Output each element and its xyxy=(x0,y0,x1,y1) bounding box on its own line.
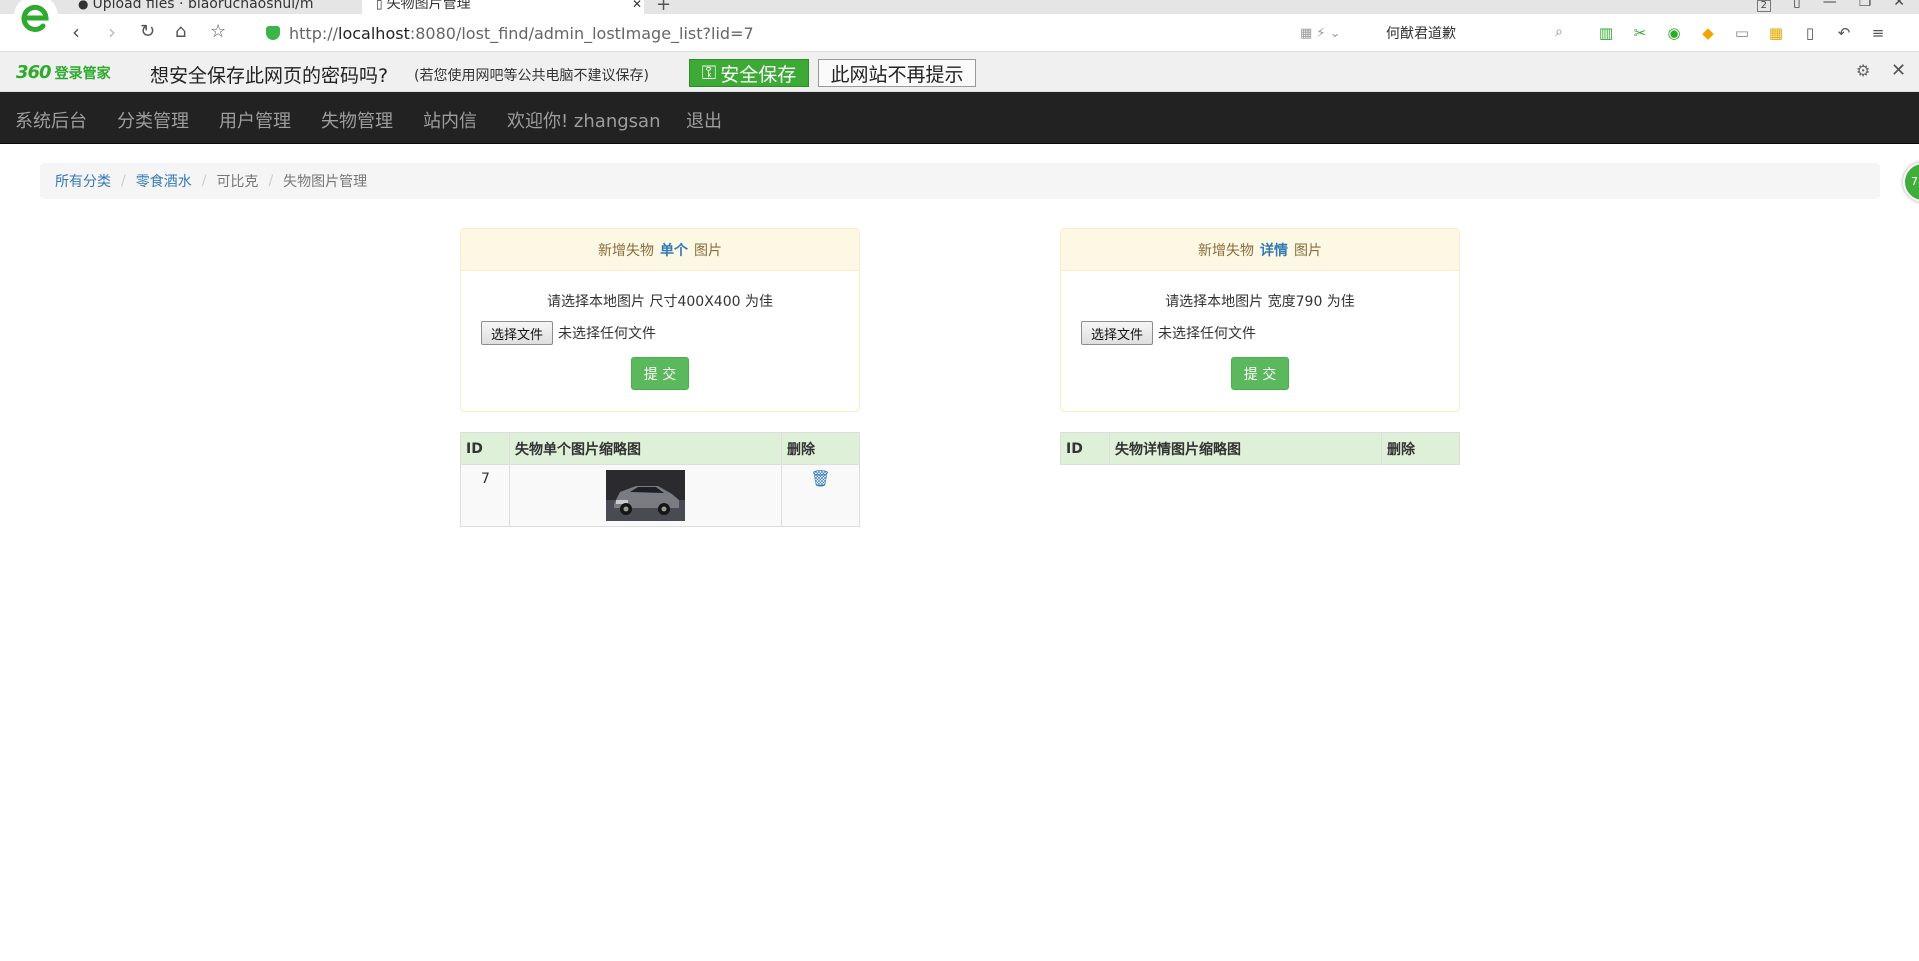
shopping-icon[interactable]: ◆ xyxy=(1698,24,1718,42)
table-header-row: ID 失物单个图片缩略图 删除 xyxy=(460,432,860,465)
extension-icons: ▥ ✂ ◉ ◆ ▭ ▦ ▯ ↶ ≡ xyxy=(1596,24,1888,42)
scissors-icon[interactable]: ✂ xyxy=(1630,24,1650,42)
nav-lost-item-management[interactable]: 失物管理 xyxy=(321,107,393,133)
nav-site-messages[interactable]: 站内信 xyxy=(423,107,477,133)
url-text: http://localhost:8080/lost_find/admin_lo… xyxy=(289,23,754,43)
login-manager-logo: 360 登录管家 xyxy=(16,62,111,83)
public-pc-hint: (若您使用网吧等公共电脑不建议保存) xyxy=(414,68,649,84)
panel-heading: 新增失物 详情 图片 xyxy=(1061,229,1459,271)
submit-button[interactable]: 提 交 xyxy=(1231,357,1289,390)
game-icon[interactable]: ▭ xyxy=(1732,24,1752,42)
page-icon: ▯ xyxy=(376,0,383,11)
key-icon: ⚿ xyxy=(701,62,717,84)
back-icon[interactable]: ‹ xyxy=(72,22,80,42)
restore-icon[interactable]: ❐ xyxy=(1859,0,1872,12)
breadcrumb-brand: 可比克 xyxy=(216,174,259,190)
nav-system-admin[interactable]: 系统后台 xyxy=(15,107,87,133)
row-thumbnail-cell xyxy=(509,464,782,527)
home-icon[interactable]: ⌂ xyxy=(175,22,186,42)
file-input[interactable]: 选择文件 未选择任何文件 xyxy=(481,321,859,345)
upload-single-image-panel: 新增失物 单个 图片 请选择本地图片 尺寸400X400 为佳 选择文件 未选择任何… xyxy=(460,228,860,412)
github-icon: ● xyxy=(78,0,89,11)
car-thumbnail-image xyxy=(606,470,685,521)
table-row: 7 🗑 xyxy=(460,464,860,527)
column-header-thumbnail: 失物单个图片缩略图 xyxy=(509,432,782,465)
trash-icon[interactable]: 🗑 xyxy=(810,469,830,488)
apps-grid-icon[interactable]: ▦ xyxy=(1766,24,1786,42)
browser-toolbar: ‹ › ↻ ⌂ ☆ http://localhost:8080/lost_fin… xyxy=(0,14,1919,52)
site-navbar: 系统后台 分类管理 用户管理 失物管理 站内信 欢迎你! zhangsan 退出 xyxy=(0,92,1919,144)
row-id: 7 xyxy=(460,464,510,527)
close-icon[interactable]: ✕ xyxy=(1891,60,1906,81)
breadcrumb-all-categories[interactable]: 所有分类 xyxy=(55,171,111,191)
new-tab-button[interactable]: + xyxy=(656,0,671,14)
browser-tab-strip: ● Upload files · biaoruchaoshui/m ▯ 失物图片管理… xyxy=(0,0,1919,14)
browser-tab-active[interactable]: ▯ 失物图片管理 ✕ xyxy=(362,0,644,14)
breadcrumb-current-page: 失物图片管理 xyxy=(283,174,368,190)
tab-title: 失物图片管理 xyxy=(386,0,471,12)
breadcrumb-snacks-drinks[interactable]: 零食酒水 xyxy=(136,171,192,191)
upload-detail-image-panel: 新增失物 详情 图片 请选择本地图片 宽度790 为佳 选择文件 未选择任何文件 提… xyxy=(1060,228,1460,412)
file-input[interactable]: 选择文件 未选择任何文件 xyxy=(1081,321,1459,345)
table-header-row: ID 失物详情图片缩略图 删除 xyxy=(1060,432,1460,465)
upload-hint: 请选择本地图片 宽度790 为佳 xyxy=(1165,294,1355,310)
breadcrumb: 所有分类 / 零食酒水 / 可比克 / 失物图片管理 xyxy=(40,163,1880,199)
translate-icon[interactable]: ◉ xyxy=(1664,24,1684,42)
search-input[interactable]: 何猷君道歉 ⌕ xyxy=(1376,19,1571,47)
minimize-icon[interactable]: — xyxy=(1823,0,1837,12)
gear-icon[interactable]: ⚙ xyxy=(1856,61,1870,80)
browser-logo-icon xyxy=(14,0,58,37)
panel-heading: 新增失物 单个 图片 xyxy=(461,229,859,271)
nav-welcome-user[interactable]: 欢迎你! zhangsan xyxy=(507,107,660,133)
column-header-id: ID xyxy=(1060,432,1110,465)
breadcrumb-separator: / xyxy=(201,173,207,189)
nav-category-management[interactable]: 分类管理 xyxy=(117,107,189,133)
close-window-icon[interactable]: ✕ xyxy=(1893,0,1905,12)
search-icon[interactable]: ⌕ xyxy=(1555,24,1563,40)
safe-save-button[interactable]: ⚿ 安全保存 xyxy=(689,59,809,87)
password-save-bar: 360 登录管家 想安全保存此网页的密码吗? (若您使用网吧等公共电脑不建议保存)… xyxy=(0,52,1919,92)
row-delete-cell: 🗑 xyxy=(781,464,860,527)
breadcrumb-separator: / xyxy=(121,173,126,189)
forward-icon[interactable]: › xyxy=(108,22,116,42)
address-tools-icons[interactable]: ▦ ⚡ ⌄ xyxy=(1300,26,1341,41)
tab-close-icon[interactable]: ✕ xyxy=(632,0,642,10)
detail-image-table: ID 失物详情图片缩略图 删除 xyxy=(1060,432,1460,465)
pin-icon[interactable]: ▯ xyxy=(1793,0,1801,12)
column-header-delete: 删除 xyxy=(1381,432,1460,465)
menu-icon[interactable]: ≡ xyxy=(1868,24,1888,42)
choose-file-button[interactable]: 选择文件 xyxy=(1081,321,1153,345)
secure-shield-icon xyxy=(266,26,280,40)
single-image-table: ID 失物单个图片缩略图 删除 7 🗑 xyxy=(460,432,860,527)
floating-speed-badge[interactable]: 78 xyxy=(1903,162,1919,202)
collection-icon[interactable]: ▯ xyxy=(1800,24,1820,42)
submit-button[interactable]: 提 交 xyxy=(631,357,689,390)
window-count-badge[interactable]: 2 xyxy=(1756,0,1771,12)
reload-icon[interactable]: ↻ xyxy=(140,22,155,42)
column-header-id: ID xyxy=(460,432,510,465)
nav-user-management[interactable]: 用户管理 xyxy=(219,107,291,133)
column-header-delete: 删除 xyxy=(781,432,860,465)
file-status: 未选择任何文件 xyxy=(1158,326,1256,342)
nav-logout[interactable]: 退出 xyxy=(686,107,722,133)
upload-hint: 请选择本地图片 尺寸400X400 为佳 xyxy=(547,294,773,310)
address-bar[interactable]: http://localhost:8080/lost_find/admin_lo… xyxy=(266,20,1341,46)
reader-icon[interactable]: ▥ xyxy=(1596,24,1616,42)
never-prompt-button[interactable]: 此网站不再提示 xyxy=(818,59,976,87)
breadcrumb-separator: / xyxy=(268,173,274,189)
tab-title: Upload files · biaoruchaoshui/m xyxy=(92,0,314,12)
window-controls: 2 ▯ — ❐ ✕ xyxy=(1756,0,1905,12)
bookmark-star-icon[interactable]: ☆ xyxy=(210,22,226,42)
column-header-thumbnail: 失物详情图片缩略图 xyxy=(1109,432,1382,465)
choose-file-button[interactable]: 选择文件 xyxy=(481,321,553,345)
file-status: 未选择任何文件 xyxy=(558,326,656,342)
save-password-question: 想安全保存此网页的密码吗? xyxy=(150,65,389,87)
browser-tab-github[interactable]: ● Upload files · biaoruchaoshui/m xyxy=(78,0,333,14)
undo-icon[interactable]: ↶ xyxy=(1834,24,1854,42)
